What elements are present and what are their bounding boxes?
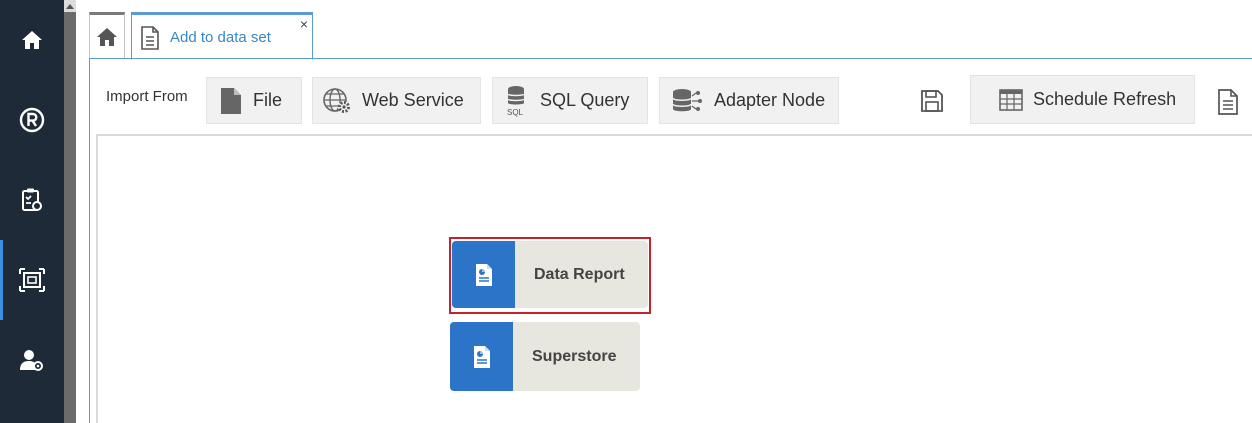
file-icon (221, 87, 241, 114)
data-set-canvas[interactable] (96, 134, 1252, 423)
import-file-button[interactable]: File (206, 77, 302, 124)
document-icon (141, 26, 159, 50)
save-button[interactable] (920, 89, 944, 118)
clipboard-gear-icon (22, 188, 42, 211)
adapter-node-label: Adapter Node (714, 90, 826, 110)
tab-close-button[interactable]: × (300, 17, 308, 31)
user-settings-icon (20, 350, 43, 371)
schedule-refresh-label: Schedule Refresh (1033, 89, 1177, 109)
web-service-label: Web Service (362, 90, 464, 110)
nav-registered[interactable] (0, 80, 64, 160)
import-adapter-node-button[interactable]: Adapter Node (659, 77, 839, 124)
report-icon (473, 345, 490, 368)
import-from-label: Import From (106, 88, 188, 105)
sql-database-icon: SQL (507, 85, 525, 117)
scroll-gutter[interactable] (64, 0, 76, 423)
tab-label: Add to data set (170, 29, 271, 46)
workspace-border-top (89, 58, 1252, 59)
schedule-refresh-button[interactable]: Schedule Refresh (970, 75, 1195, 124)
home-icon (22, 31, 42, 49)
nav-home[interactable] (0, 0, 64, 80)
tab-home[interactable] (89, 12, 125, 59)
workspace-border-left (89, 58, 90, 423)
document-button[interactable] (1216, 88, 1240, 121)
file-label: File (253, 90, 283, 110)
nav-user-settings[interactable] (0, 320, 64, 400)
import-sql-query-button[interactable]: SQL SQL Query (492, 77, 648, 124)
globe-gear-icon (323, 87, 350, 113)
document-icon (1218, 89, 1238, 115)
node-label: Superstore (532, 347, 617, 365)
registered-icon (19, 107, 45, 133)
tab-add-to-data-set[interactable]: Add to data set × (131, 12, 313, 60)
scroll-up-button[interactable] (64, 0, 76, 12)
sql-query-label: SQL Query (540, 90, 630, 110)
nav-tasks[interactable] (0, 160, 64, 240)
node-icon-box (450, 322, 513, 391)
import-web-service-button[interactable]: Web Service (312, 77, 481, 124)
save-icon (921, 90, 943, 112)
calendar-table-icon (999, 88, 1023, 111)
selection-outline (449, 237, 651, 314)
svg-text:SQL: SQL (507, 108, 524, 117)
side-nav (0, 0, 64, 423)
nav-data[interactable] (0, 240, 64, 320)
frame-icon (19, 268, 45, 292)
node-superstore[interactable]: Superstore (450, 322, 640, 391)
home-icon (97, 28, 117, 46)
adapter-node-icon (672, 88, 702, 111)
